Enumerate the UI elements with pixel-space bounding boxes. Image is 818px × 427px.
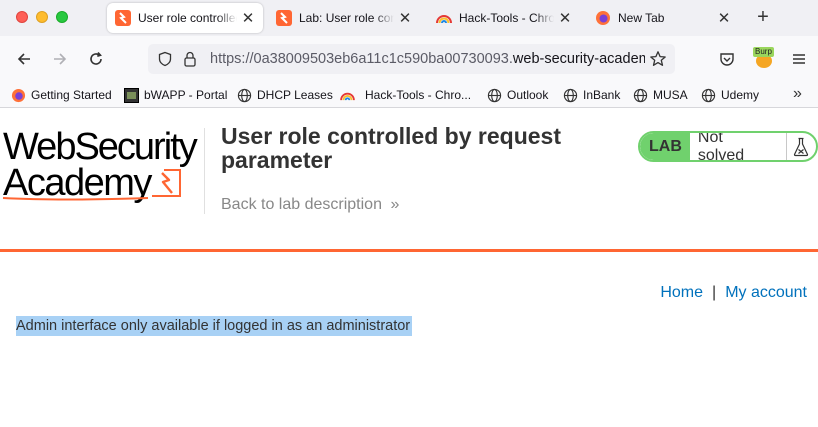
burp-extension-icon[interactable]: Burp [752, 46, 776, 70]
lab-status-text: Not solved [697, 131, 745, 162]
flask-icon [785, 133, 816, 160]
menu-icon[interactable] [789, 49, 809, 69]
shield-icon[interactable] [157, 51, 173, 72]
nav-separator: | [712, 284, 717, 301]
firefox-icon [11, 88, 26, 103]
portswigger-icon [115, 10, 131, 26]
bookmark-dhcp-leases[interactable]: DHCP Leases [237, 86, 333, 104]
globe-icon [563, 88, 578, 103]
double-chevron-icon: » [390, 196, 400, 213]
url-host: web-security-academy.net [512, 51, 645, 67]
back-arrow-icon[interactable] [14, 49, 34, 69]
lab-badge: LAB [640, 133, 690, 160]
lab-title: User role controlled by request paramete… [221, 123, 561, 173]
close-window-button[interactable] [16, 11, 28, 23]
bookmark-label: bWAPP - Portal [144, 88, 228, 102]
bookmark-bwapp[interactable]: bWAPP - Portal [124, 86, 227, 104]
bookmarks-bar: Getting Started bWAPP - Portal DHCP Leas… [0, 82, 818, 108]
tab-user-role[interactable]: User role controlled ✕ [107, 3, 263, 33]
bookmark-star-icon[interactable] [649, 50, 667, 73]
logo-bolt-icon [152, 169, 181, 197]
reload-icon[interactable] [86, 49, 106, 69]
lab-status-widget: LAB Not solved [638, 131, 818, 162]
navigation-bar: https://0a38009503eb6a11c1c590ba00730093… [0, 36, 818, 82]
rainbow-icon [340, 88, 355, 103]
top-navigation: Home | My account [660, 284, 807, 302]
bookmarks-overflow-button[interactable]: » [793, 85, 802, 103]
rainbow-icon [436, 10, 452, 26]
bookmark-outlook[interactable]: Outlook [487, 86, 548, 104]
close-icon[interactable]: ✕ [398, 9, 412, 27]
url-prefix: https://0a38009503eb6a11c1c590ba00730093… [210, 51, 513, 67]
bookmark-label: Udemy [721, 88, 760, 102]
close-icon[interactable]: ✕ [558, 9, 572, 27]
tab-title: Lab: User role contr [299, 11, 394, 25]
maximize-window-button[interactable] [56, 11, 68, 23]
admin-interface-message: Admin interface only available if logged… [16, 316, 413, 336]
pocket-icon[interactable] [717, 49, 737, 69]
bookmark-label: DHCP Leases [257, 88, 333, 102]
bookmark-label: Outlook [507, 88, 549, 102]
tab-title: User role controlled [138, 11, 237, 25]
tab-bar: User role controlled ✕ Lab: User role co… [0, 0, 818, 36]
bookmark-inbank[interactable]: InBank [563, 86, 620, 104]
globe-icon [237, 88, 252, 103]
lock-icon[interactable] [183, 51, 197, 72]
url-bar[interactable]: https://0a38009503eb6a11c1c590ba00730093… [148, 44, 675, 74]
close-icon[interactable]: ✕ [241, 9, 255, 27]
bookmark-label: Getting Started [31, 88, 112, 102]
extension-label: Burp [753, 47, 774, 57]
close-icon[interactable]: ✕ [717, 9, 731, 27]
globe-icon [633, 88, 648, 103]
forward-arrow-icon[interactable] [50, 49, 70, 69]
bookmark-musa[interactable]: MUSA [633, 86, 688, 104]
portswigger-icon [276, 10, 292, 26]
bookmark-udemy[interactable]: Udemy [701, 86, 759, 104]
back-to-lab-description-link[interactable]: Back to lab description » [221, 196, 399, 214]
bookmark-hack-tools[interactable]: Hack-Tools - Chro... [340, 86, 471, 104]
back-link-label: Back to lab description [221, 196, 382, 213]
header-divider [204, 128, 205, 214]
tab-lab-description[interactable]: Lab: User role contr ✕ [268, 3, 420, 33]
url-text[interactable]: https://0a38009503eb6a11c1c590ba00730093… [210, 51, 645, 67]
my-account-link[interactable]: My account [725, 284, 807, 301]
bookmark-getting-started[interactable]: Getting Started [11, 86, 112, 104]
tab-title: Hack-Tools - Chrom [459, 11, 554, 25]
home-link[interactable]: Home [660, 284, 703, 301]
tab-new-tab[interactable]: New Tab ✕ [587, 3, 739, 33]
bookmark-label: InBank [583, 88, 621, 102]
bookmark-label: Hack-Tools - Chro... [365, 88, 472, 102]
minimize-window-button[interactable] [36, 11, 48, 23]
bwapp-icon [124, 87, 139, 103]
globe-icon [487, 88, 502, 103]
header-rule [0, 249, 818, 252]
tab-hack-tools[interactable]: Hack-Tools - Chrom ✕ [428, 3, 580, 33]
bookmark-label: MUSA [653, 88, 688, 102]
new-tab-button[interactable]: + [752, 7, 774, 29]
tab-title: New Tab [618, 11, 665, 25]
globe-icon [701, 88, 716, 103]
firefox-icon [595, 10, 611, 26]
